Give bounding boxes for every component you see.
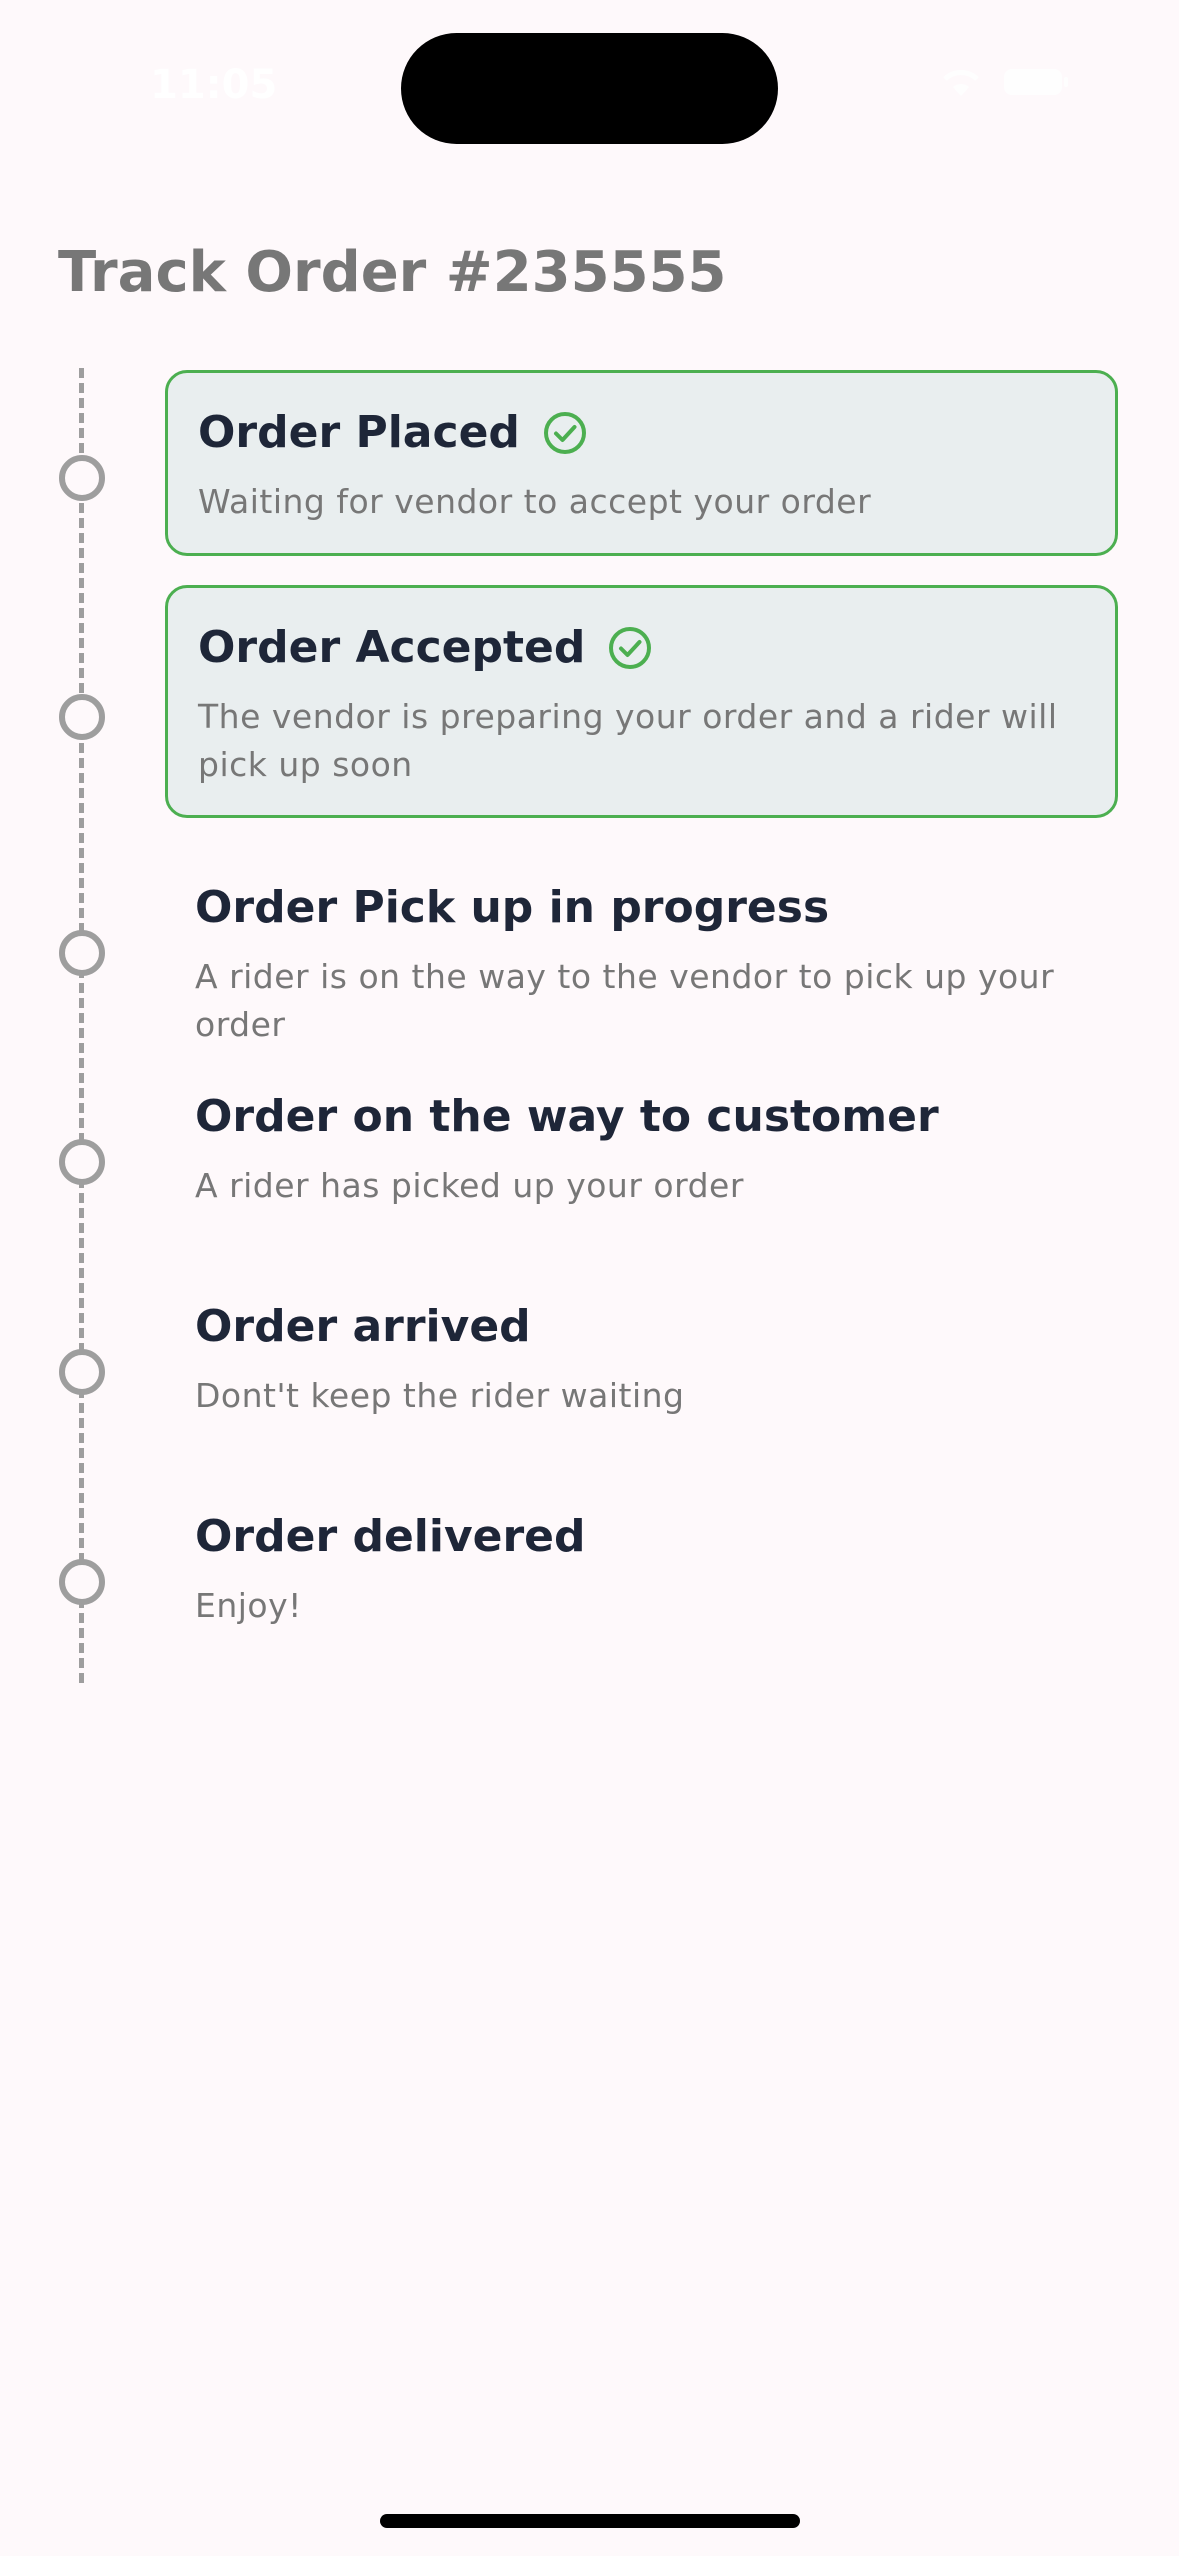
step-description: Waiting for vendor to accept your order (198, 481, 872, 521)
status-icons (939, 66, 1069, 98)
step-title: Order delivered (195, 1511, 586, 1562)
step-title: Order Accepted (198, 622, 586, 673)
step-description: A rider is on the way to the vendor to p… (195, 956, 1055, 1044)
timeline-node-3 (59, 930, 105, 976)
status-time: 11:05 (150, 62, 278, 108)
wifi-icon (943, 70, 979, 96)
check-circle-icon (543, 412, 586, 455)
page-title: Track Order #235555 (58, 240, 727, 305)
step-order-accepted: Order Accepted The vendor is preparing y… (165, 585, 1118, 818)
step-description: A rider has picked up your order (195, 1165, 744, 1205)
timeline-node-6 (59, 1559, 105, 1605)
timeline-node-2 (59, 694, 105, 740)
timeline-node-5 (59, 1349, 105, 1395)
step-title: Order on the way to customer (195, 1091, 939, 1142)
timeline-node-4 (59, 1139, 105, 1185)
step-description: The vendor is preparing your order and a… (198, 696, 1058, 784)
step-description: Dont't keep the rider waiting (195, 1375, 685, 1415)
step-description: Enjoy! (195, 1585, 302, 1625)
step-order-delivered: Order delivered Enjoy! (165, 1511, 1118, 1630)
step-order-pickup: Order Pick up in progress A rider is on … (165, 882, 1118, 1048)
battery-icon (1004, 69, 1068, 95)
check-circle-icon (609, 627, 652, 670)
step-order-arrived: Order arrived Dont't keep the rider wait… (165, 1301, 1118, 1420)
dynamic-island (401, 33, 778, 144)
step-title: Order Pick up in progress (195, 882, 830, 933)
timeline-line (79, 368, 84, 1683)
step-order-placed: Order Placed Waiting for vendor to accep… (165, 370, 1118, 556)
step-order-on-the-way: Order on the way to customer A rider has… (165, 1091, 1118, 1210)
step-title: Order arrived (195, 1301, 531, 1352)
timeline-node-1 (59, 455, 105, 501)
step-title: Order Placed (198, 407, 520, 458)
screen: 11:05 Track Order #235555 Order Placed W… (0, 0, 1179, 2556)
home-indicator[interactable] (380, 2514, 800, 2528)
